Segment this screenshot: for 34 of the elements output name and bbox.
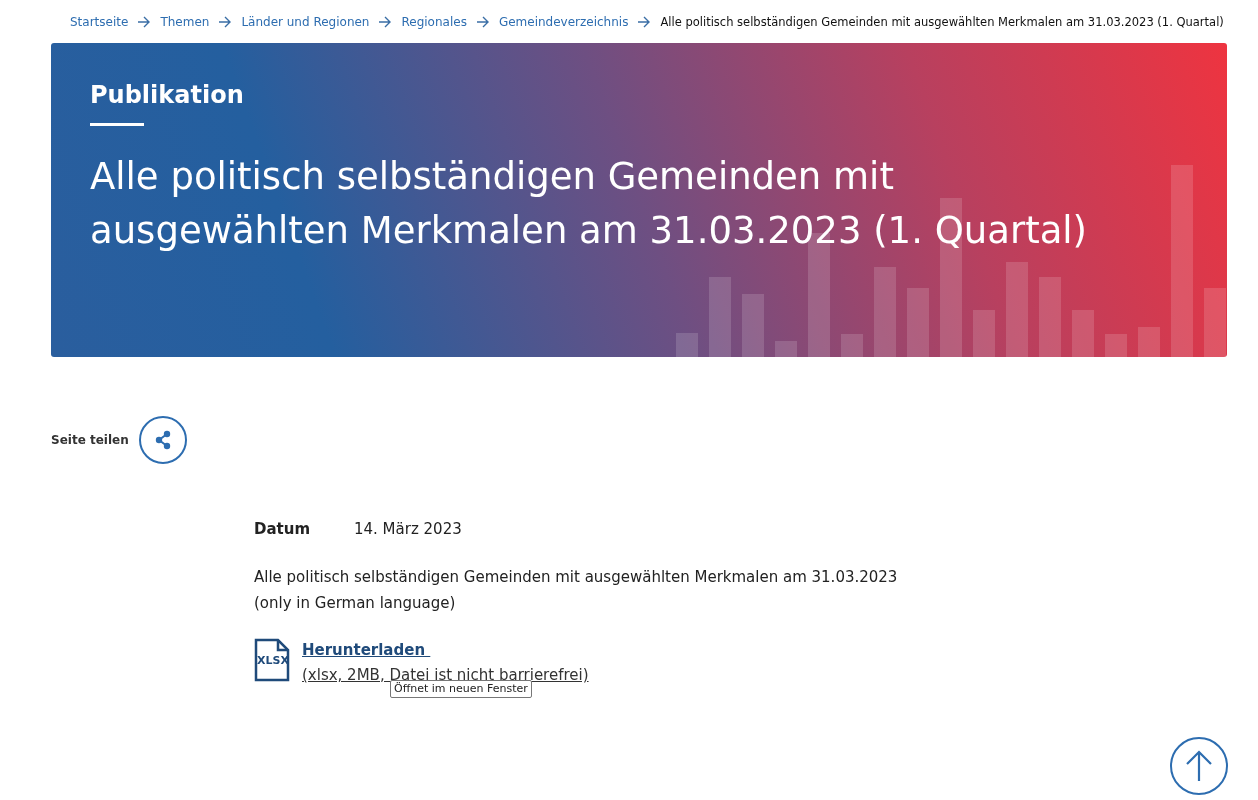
breadcrumb-link[interactable]: Regionales (401, 15, 467, 29)
share-button[interactable] (138, 416, 187, 464)
breadcrumb-link[interactable]: Startseite (70, 15, 129, 29)
arrow-right-icon (637, 16, 652, 28)
file-icon: XLSX (254, 638, 290, 682)
hero-eyebrow: Publikation (90, 81, 245, 109)
chart-bar (1072, 310, 1094, 357)
chart-bar (775, 341, 797, 357)
chart-bar (742, 294, 764, 357)
share-label: Seite teilen (51, 433, 129, 447)
chart-bar (1204, 288, 1226, 357)
chart-bar (676, 333, 698, 357)
download-link[interactable]: Herunterladen (302, 638, 589, 663)
arrow-right-icon (218, 16, 233, 28)
date-label: Datum (254, 520, 312, 538)
description: Alle politisch selbständigen Gemeinden mit ausgewählten Merkmalen am 31.03.2023 (only in German language) (254, 567, 899, 614)
chart-bar (907, 288, 929, 357)
chart-bar (841, 334, 863, 357)
tooltip: Öffnet im neuen Fenster (390, 680, 532, 698)
chart-bar (973, 310, 995, 357)
breadcrumb-current: Alle politisch selbständigen Gemeinden mit ausgewählten Merkmalen am 31.03.2023 (1. Quartal) (660, 15, 1224, 29)
breadcrumb-link[interactable]: Gemeindeverzeichnis (498, 15, 629, 29)
back-to-top-button[interactable] (1170, 737, 1228, 795)
eyebrow-underline (90, 123, 144, 126)
chart-bar (1138, 327, 1160, 357)
breadcrumb-link[interactable]: Themen (160, 15, 210, 29)
arrow-up-icon (1184, 749, 1214, 783)
chart-bar (1105, 334, 1127, 357)
arrow-right-icon (137, 16, 152, 28)
breadcrumb-link[interactable]: Länder und Regionen (241, 15, 370, 29)
date-value: 14. März 2023 (354, 520, 462, 538)
arrow-right-icon (475, 16, 490, 28)
hero-title: Alle politisch selbständigen Gemeinden mit ausgewählten Merkmalen am 31.03.2023 (1. Quartal) (90, 154, 1089, 254)
arrow-right-icon (378, 16, 393, 28)
